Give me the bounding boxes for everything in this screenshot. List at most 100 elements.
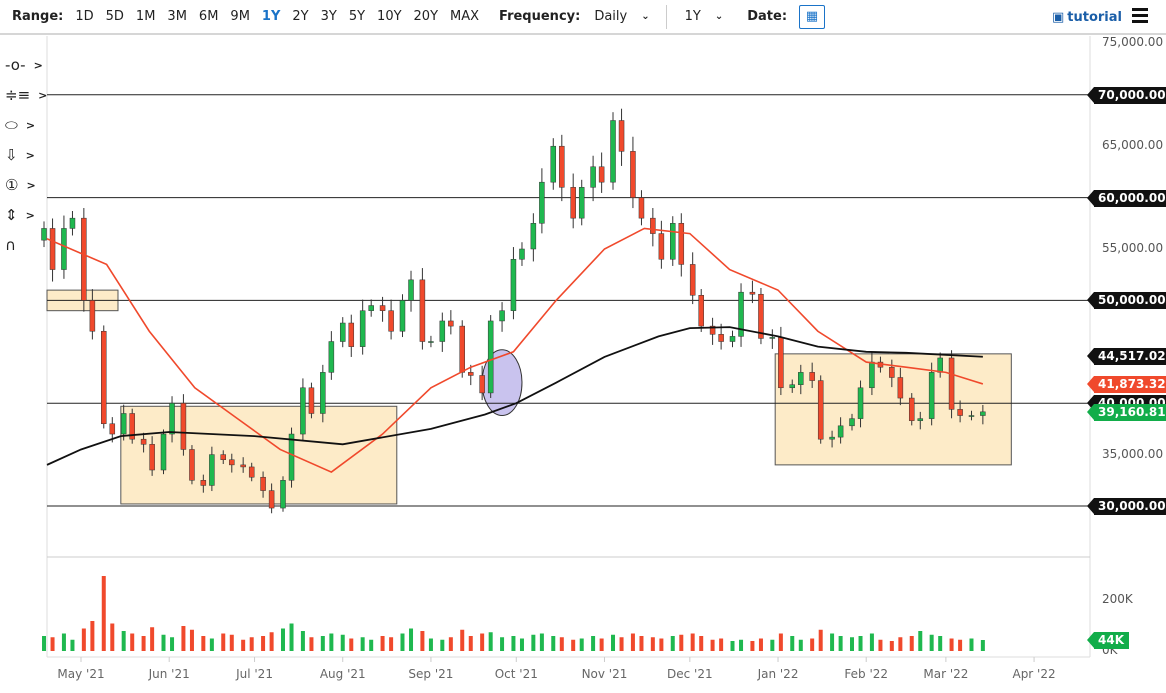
volume-bar xyxy=(269,632,274,651)
x-tick-label: Dec '21 xyxy=(667,667,713,681)
volume-bar xyxy=(639,636,644,651)
volume-bar xyxy=(571,639,576,651)
candle-body xyxy=(339,322,346,342)
volume-bar xyxy=(949,638,954,651)
candle-body xyxy=(61,228,67,270)
volume-bar xyxy=(659,638,664,651)
volume-bar xyxy=(360,637,365,651)
y-tick-label: 55,000.00 xyxy=(1102,241,1164,255)
candle-body xyxy=(487,320,494,394)
volume-bar xyxy=(929,634,934,651)
volume-bar xyxy=(389,637,394,651)
volume-bar xyxy=(918,631,923,651)
volume-bar xyxy=(409,628,414,651)
candle-body xyxy=(308,387,315,414)
candle-body xyxy=(948,357,955,410)
volume-bar xyxy=(539,633,544,651)
volume-bar xyxy=(611,634,616,651)
candle-body xyxy=(638,197,645,219)
volume-bar xyxy=(61,633,66,651)
x-tick-label: Jul '21 xyxy=(236,667,273,681)
candle-body xyxy=(160,433,167,471)
candle-body xyxy=(769,337,776,339)
volume-bar xyxy=(280,628,285,651)
candle-body xyxy=(519,248,525,260)
candle-body xyxy=(300,387,306,435)
candle-body xyxy=(749,291,756,295)
candle-body xyxy=(248,466,255,478)
candle-body xyxy=(428,341,434,343)
y-tick-label: 65,000.00 xyxy=(1102,138,1164,153)
x-tick-label: Apr '22 xyxy=(1012,667,1056,681)
volume-bar xyxy=(340,634,345,651)
volume-bar xyxy=(630,633,635,651)
volume-bar xyxy=(889,641,894,651)
volume-bar xyxy=(209,638,214,651)
volume-bar xyxy=(170,637,175,651)
volume-bar xyxy=(719,638,724,651)
volume-bar xyxy=(770,639,775,651)
volume-bar xyxy=(591,636,596,651)
candle-body xyxy=(499,310,505,322)
candle-body xyxy=(598,166,605,183)
candle-body xyxy=(809,372,815,381)
x-tick-label: Feb '22 xyxy=(844,667,889,681)
candle-body xyxy=(889,366,895,378)
candle-body xyxy=(849,418,855,427)
volume-bar xyxy=(619,637,624,651)
candle-body xyxy=(670,223,676,260)
volume-bar xyxy=(519,638,524,651)
candle-body xyxy=(280,480,286,509)
candle-body xyxy=(140,438,147,445)
volume-bar xyxy=(830,633,835,651)
candle-body xyxy=(650,217,656,234)
volume-bar xyxy=(710,639,715,651)
volume-bar xyxy=(110,623,115,651)
volume-bar xyxy=(849,637,854,651)
volume-bar xyxy=(739,639,744,651)
x-tick-label: Sep '21 xyxy=(408,667,454,681)
candle-body xyxy=(260,476,266,491)
volume-bar xyxy=(428,638,433,651)
volume-bar xyxy=(42,636,47,651)
candle-body xyxy=(101,330,107,425)
candle-body xyxy=(789,384,795,389)
x-tick-label: May '21 xyxy=(57,667,105,681)
volume-bar xyxy=(810,638,815,651)
candle-body xyxy=(550,145,557,183)
candle-body xyxy=(348,322,355,347)
candle-body xyxy=(678,223,685,265)
volume-bar xyxy=(579,638,584,651)
candle-body xyxy=(937,357,943,373)
volume-bar xyxy=(189,629,194,651)
candle-body xyxy=(468,372,474,376)
volume-bar xyxy=(289,623,294,651)
volume-bar xyxy=(531,634,536,651)
volume-bar xyxy=(969,638,974,651)
volume-bar xyxy=(670,636,675,651)
volume-bar xyxy=(70,639,75,651)
candle-body xyxy=(268,490,275,509)
volume-bar xyxy=(878,639,883,651)
candle-body xyxy=(288,433,295,481)
volume-bar xyxy=(249,637,254,651)
volume-bar xyxy=(650,637,655,651)
candle-body xyxy=(41,228,47,241)
volume-bar xyxy=(400,633,405,651)
volume-bar xyxy=(858,636,863,651)
volume-bar xyxy=(559,637,564,651)
volume-bar xyxy=(121,631,126,651)
candle-body xyxy=(718,334,724,342)
level-price-tag: 70,000.00 xyxy=(1087,86,1166,104)
candle-body xyxy=(897,377,904,399)
candle-body xyxy=(229,459,235,466)
volume-bar xyxy=(380,636,385,651)
last-price-tag: 39,160.81 xyxy=(1087,403,1166,421)
volume-bar xyxy=(690,633,695,651)
price-chart[interactable] xyxy=(0,0,1166,693)
candle-body xyxy=(630,151,636,198)
candle-body xyxy=(829,436,835,440)
candle-body xyxy=(798,372,804,385)
y-tick-label: 35,000.00 xyxy=(1102,446,1164,461)
candle-body xyxy=(980,411,986,416)
